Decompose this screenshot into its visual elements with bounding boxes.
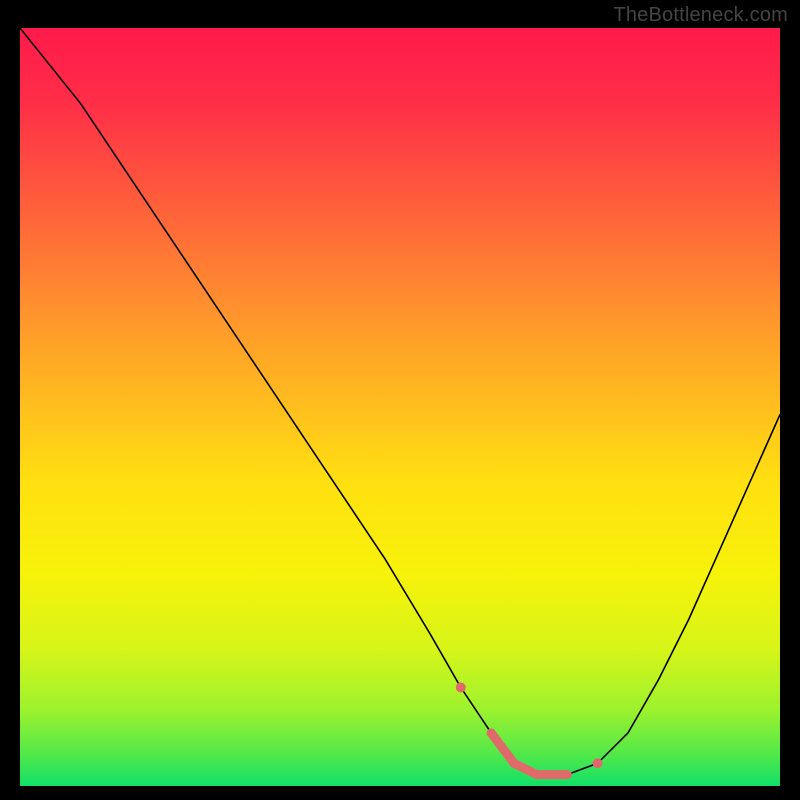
plot-svg [20, 28, 780, 786]
gradient-background [20, 28, 780, 786]
chart-container: TheBottleneck.com [0, 0, 800, 800]
watermark-text: TheBottleneck.com [613, 4, 788, 27]
plot-area [20, 28, 780, 786]
